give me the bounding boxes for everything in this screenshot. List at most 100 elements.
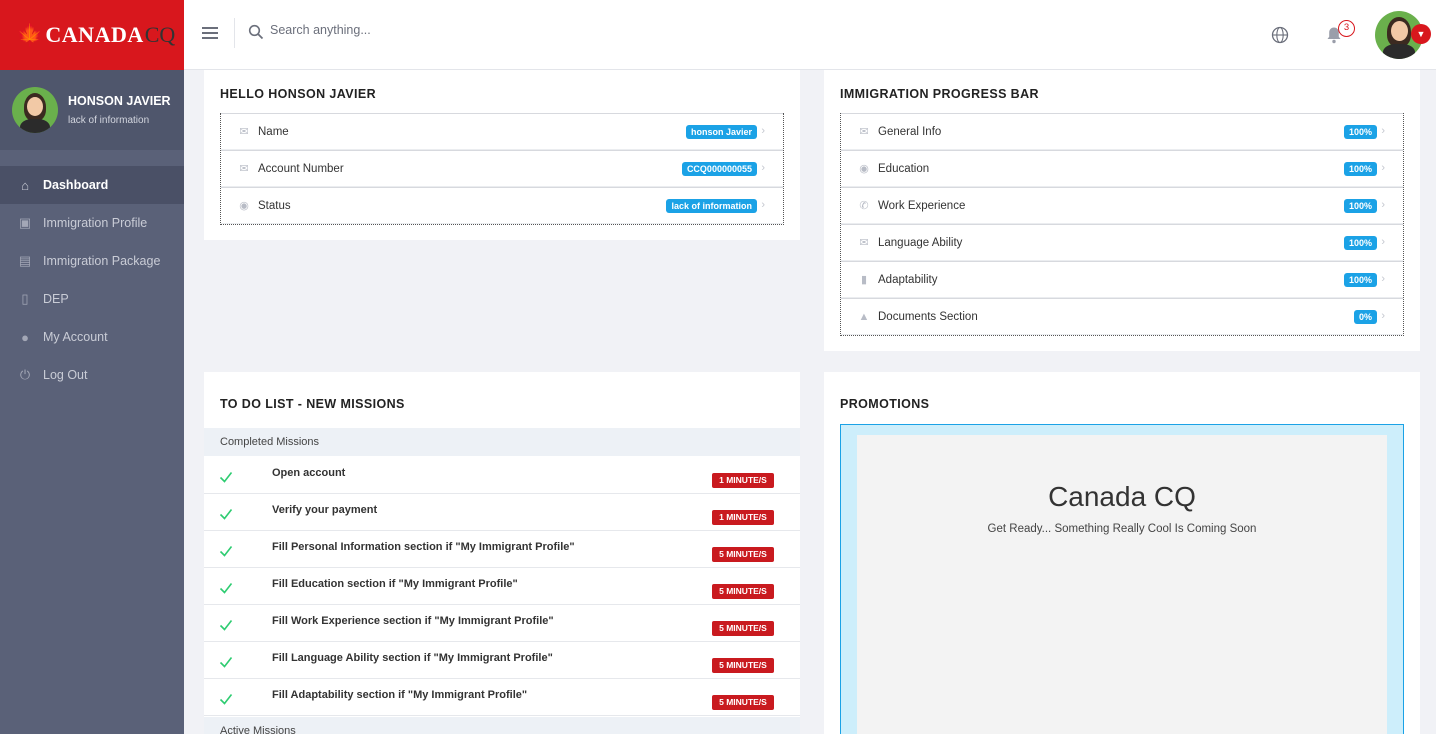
sidebar-item-dashboard[interactable]: ⌂ Dashboard	[0, 166, 184, 204]
time-badge: 5 MINUTE/S	[712, 621, 774, 636]
sidebar-item-label: Dashboard	[43, 178, 109, 192]
globe-icon[interactable]	[1271, 26, 1289, 44]
sidebar-item-immigration-profile[interactable]: ▣ Immigration Profile	[0, 204, 184, 242]
list-item[interactable]: ▲ Documents Section 0% ›	[841, 298, 1403, 335]
table-row[interactable]: Open account 1 MINUTE/S	[204, 457, 800, 494]
chevron-right-icon: ›	[1381, 125, 1385, 137]
mission-text: Fill Adaptability section if "My Immigra…	[272, 689, 528, 701]
table-row[interactable]: Fill Education section if "My Immigrant …	[204, 568, 800, 605]
mission-text: Fill Language Ability section if "My Imm…	[272, 652, 553, 664]
avatar	[12, 87, 58, 133]
time-badge: 1 MINUTE/S	[712, 510, 774, 525]
time-badge: 1 MINUTE/S	[712, 473, 774, 488]
hello-panel: HELLO HONSON JAVIER ✉ Name honson Javier…	[204, 70, 800, 240]
time-badge: 5 MINUTE/S	[712, 584, 774, 599]
progress-panel: IMMIGRATION PROGRESS BAR ✉ General Info …	[824, 70, 1420, 351]
mail-icon: ✉	[859, 126, 869, 138]
list-item[interactable]: ◉ Education 100% ›	[841, 150, 1403, 187]
list-item[interactable]: ✉ Account Number CCQ000000055 ›	[221, 150, 783, 187]
progress-badge: 100%	[1343, 161, 1377, 176]
list-item[interactable]: ✉ Name honson Javier ›	[221, 113, 783, 150]
chevron-right-icon: ›	[1381, 310, 1385, 322]
promotion-banner[interactable]: Canada CQ Get Ready... Something Really …	[840, 424, 1404, 734]
list-item[interactable]: ▮ Adaptability 100% ›	[841, 261, 1403, 298]
mission-text: Open account	[272, 467, 346, 479]
sidebar-item-dep[interactable]: ▯ DEP	[0, 280, 184, 318]
user-icon: ●	[21, 329, 29, 345]
sidebar: 🍁 CANADA CQ HONSON JAVIER lack of inform…	[0, 0, 184, 734]
user-name: HONSON JAVIER	[68, 94, 171, 108]
sidebar-item-log-out[interactable]: ⏻ Log Out	[0, 356, 184, 394]
row-label: Language Ability	[878, 236, 963, 249]
clipboard-icon: ▤	[18, 253, 32, 268]
active-missions-header: Active Missions	[204, 717, 800, 734]
row-label: Adaptability	[878, 273, 938, 286]
mail-icon: ✉	[239, 163, 249, 175]
sidebar-item-my-account[interactable]: ● My Account	[0, 318, 184, 356]
brand-suffix: CQ	[144, 22, 176, 47]
time-badge: 5 MINUTE/S	[712, 658, 774, 673]
time-badge: 5 MINUTE/S	[712, 695, 774, 710]
mail-icon: ✉	[859, 237, 869, 249]
check-icon	[219, 694, 233, 705]
chevron-right-icon: ›	[761, 162, 765, 174]
list-item[interactable]: ✉ General Info 100% ›	[841, 113, 1403, 150]
check-icon	[219, 509, 233, 520]
document-icon: ▯	[21, 291, 29, 306]
promotion-headline: Canada CQ	[1048, 481, 1196, 512]
table-row[interactable]: Fill Personal Information section if "My…	[204, 531, 800, 568]
table-row[interactable]: Fill Adaptability section if "My Immigra…	[204, 679, 800, 716]
progress-list: ✉ General Info 100% › ◉ Education 100% ›…	[840, 113, 1404, 336]
search-input[interactable]	[270, 23, 570, 37]
promotions-panel: PROMOTIONS Canada CQ Get Ready... Someth…	[824, 372, 1420, 734]
progress-title: IMMIGRATION PROGRESS BAR	[840, 87, 1039, 101]
todo-title: TO DO LIST - NEW MISSIONS	[220, 397, 405, 411]
chevron-right-icon: ›	[761, 199, 765, 211]
brand-logo[interactable]: 🍁 CANADA CQ	[0, 0, 184, 70]
check-icon	[219, 583, 233, 594]
eye-icon: ◉	[239, 200, 249, 212]
row-label: Work Experience	[878, 199, 966, 212]
sidebar-item-label: Immigration Package	[43, 254, 161, 268]
mail-icon: ✉	[239, 126, 249, 138]
mission-text: Fill Education section if "My Immigrant …	[272, 578, 518, 590]
list-item[interactable]: ◉ Status lack of information ›	[221, 187, 783, 224]
sidebar-item-label: My Account	[43, 330, 108, 344]
hello-list: ✉ Name honson Javier › ✉ Account Number …	[220, 113, 784, 225]
promotion-content: Canada CQ Get Ready... Something Really …	[857, 435, 1387, 734]
sidebar-item-immigration-package[interactable]: ▤ Immigration Package	[0, 242, 184, 280]
list-item[interactable]: ✆ Work Experience 100% ›	[841, 187, 1403, 224]
completed-missions-header: Completed Missions	[204, 428, 800, 456]
progress-badge: 0%	[1353, 309, 1377, 324]
status-badge: lack of information	[666, 198, 757, 213]
topbar-divider	[234, 18, 235, 48]
search-icon	[248, 24, 264, 40]
sidebar-item-label: Log Out	[43, 368, 88, 382]
maple-leaf-icon: 🍁	[16, 22, 44, 47]
bell-icon: ▲	[858, 310, 870, 323]
progress-badge: 100%	[1343, 198, 1377, 213]
table-row[interactable]: Fill Work Experience section if "My Immi…	[204, 605, 800, 642]
sidebar-item-label: Immigration Profile	[43, 216, 148, 230]
table-row[interactable]: Fill Language Ability section if "My Imm…	[204, 642, 800, 679]
mission-text: Fill Work Experience section if "My Immi…	[272, 615, 554, 627]
eye-icon: ◉	[859, 163, 869, 175]
table-row[interactable]: Verify your payment 1 MINUTE/S	[204, 494, 800, 531]
chevron-right-icon: ›	[1381, 236, 1385, 248]
row-label: Documents Section	[878, 310, 978, 323]
home-icon: ⌂	[21, 177, 29, 193]
chevron-right-icon: ›	[761, 125, 765, 137]
topbar: 3 ▼	[184, 0, 1436, 70]
promotion-subline: Get Ready... Something Really Cool Is Co…	[987, 523, 1257, 535]
check-icon	[219, 657, 233, 668]
bookmark-icon: ▮	[860, 274, 868, 286]
chevron-right-icon: ›	[1381, 273, 1385, 285]
status-badge: honson Javier	[685, 124, 757, 139]
progress-badge: 100%	[1343, 124, 1377, 139]
list-item[interactable]: ✉ Language Ability 100% ›	[841, 224, 1403, 261]
user-panel: HONSON JAVIER lack of information	[0, 70, 184, 150]
chevron-down-icon[interactable]: ▼	[1411, 24, 1431, 44]
status-badge: CCQ000000055	[681, 161, 757, 176]
todo-panel: TO DO LIST - NEW MISSIONS Completed Miss…	[204, 372, 800, 734]
menu-toggle-icon[interactable]	[202, 27, 218, 41]
